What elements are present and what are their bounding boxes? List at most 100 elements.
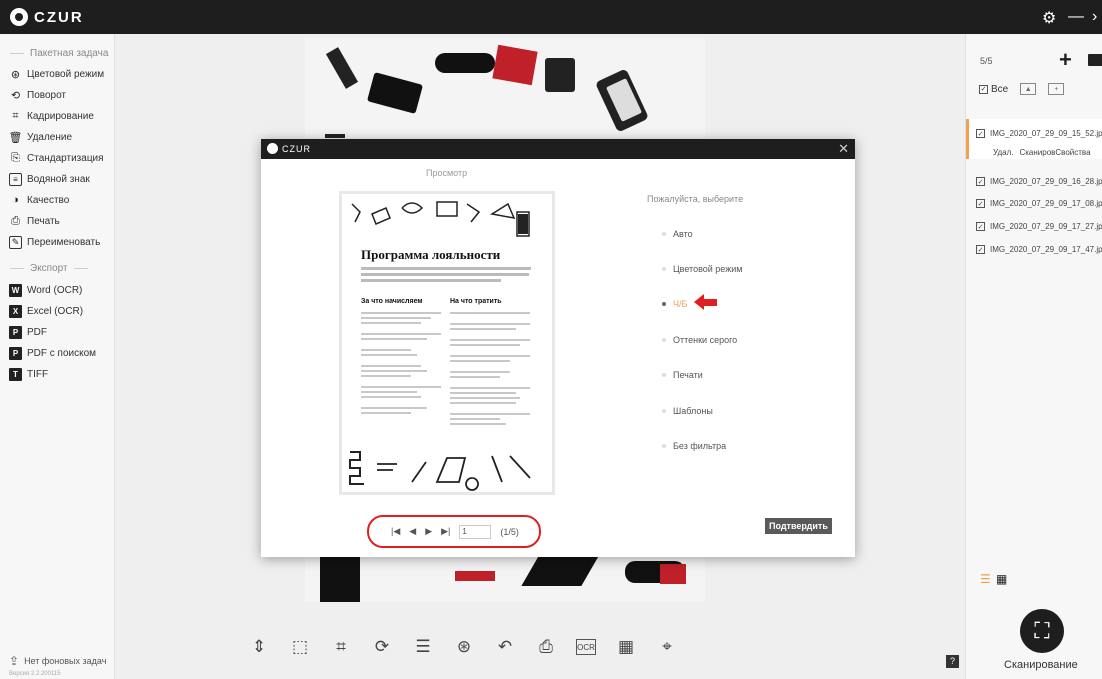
file-item[interactable]: ✓ IMG_2020_07_29_09_17_27.jpg [976, 222, 1102, 231]
sidebar-item-print[interactable]: ⎙ Печать [9, 211, 115, 231]
quality-icon: ◑ [12, 194, 19, 206]
export-tiff[interactable]: T TIFF [9, 364, 115, 384]
split-icon[interactable]: ⌖ [656, 636, 678, 658]
first-page-icon[interactable]: |◀ [391, 526, 400, 537]
sidebar-item-rotate[interactable]: ⟲ Поворот [9, 85, 115, 105]
print-tool-icon[interactable]: ⎙ [535, 636, 557, 658]
file-item[interactable]: ✓ IMG_2020_07_29_09_15_52.jpg [976, 129, 1102, 138]
file-name: IMG_2020_07_29_09_17_47.jpg [990, 245, 1102, 254]
minimize-button[interactable]: — [1068, 8, 1084, 26]
checkbox-icon[interactable]: ✓ [976, 177, 985, 186]
file-count: 5/5 [980, 56, 993, 66]
doc-col2-text [450, 312, 530, 428]
last-page-icon[interactable]: ▶| [441, 526, 450, 537]
page-count: (1/5) [500, 526, 519, 537]
app-logo: CZUR [10, 8, 84, 26]
fit-height-icon[interactable]: ⇕ [248, 636, 270, 658]
rescan-link[interactable]: Сканиров [1019, 148, 1055, 157]
rename-icon: ✎ [9, 235, 22, 249]
sidebar-item-crop[interactable]: ⌗ Кадрирование [9, 106, 115, 126]
sidebar-item-label: Стандартизация [27, 152, 104, 164]
file-item[interactable]: ✓ IMG_2020_07_29_09_17_08.jpg [976, 199, 1102, 208]
filter-option-print[interactable]: Печати [662, 370, 703, 380]
dialog-logo: CZUR [267, 143, 311, 154]
sidebar-item-label: Поворот [27, 89, 66, 101]
qr-code-icon[interactable]: ▦ [615, 636, 637, 658]
scan-label: Сканирование [1004, 659, 1078, 671]
delete-icon: 🗑 [9, 131, 23, 144]
dialog-close-icon[interactable]: ✕ [838, 141, 849, 157]
sidebar-item-label: Печать [27, 215, 60, 227]
page-navigator: |◀ ◀ ▶ ▶| 1 (1/5) [367, 515, 541, 548]
folder-icon[interactable] [1088, 54, 1102, 66]
document-preview: Программа лояльности За что начисляем На… [339, 191, 555, 495]
sidebar-item-quality[interactable]: ◑ Качество [9, 190, 115, 210]
option-label: Оттенки серого [673, 335, 738, 345]
file-item[interactable]: ✓ IMG_2020_07_29_09_17_47.jpg [976, 245, 1102, 254]
color-tool-icon[interactable]: ⊛ [453, 636, 475, 658]
sidebar-item-label: Удаление [27, 131, 73, 143]
scan-preview-bottom[interactable] [305, 556, 705, 602]
option-bullet [662, 302, 666, 306]
filter-preview-dialog: CZUR ✕ Просмотр Программа лояльности За … [261, 139, 855, 557]
doc-col1-heading: За что начисляем [361, 298, 423, 305]
sidebar-item-standardize[interactable]: ⎘ Стандартизация [9, 148, 115, 168]
title-bar: CZUR ⚙ — › [0, 0, 1102, 34]
add-icon[interactable]: + [1059, 47, 1072, 73]
dialog-title: CZUR [282, 143, 311, 154]
file-item[interactable]: ✓ IMG_2020_07_29_09_16_28.jpg [976, 177, 1102, 186]
file-name: IMG_2020_07_29_09_15_52.jpg [990, 129, 1102, 138]
filter-option-color[interactable]: Цветовой режим [662, 264, 742, 274]
grid-view-icon[interactable]: ▦ [996, 572, 1007, 586]
checkbox-icon[interactable]: ✓ [976, 245, 985, 254]
option-bullet [662, 267, 666, 271]
sidebar-item-delete[interactable]: 🗑 Удаление [9, 127, 115, 147]
adjust-icon[interactable]: ☰ [412, 636, 434, 658]
select-area-icon[interactable]: ⬚ [289, 636, 311, 658]
undo-icon[interactable]: ↶ [494, 636, 516, 658]
scan-preview-top[interactable] [305, 38, 705, 138]
sidebar-item-watermark[interactable]: ≡ Водяной знак [9, 169, 115, 189]
export-excel-ocr[interactable]: X Excel (OCR) [9, 301, 115, 321]
scan-button[interactable]: ⛶ [1020, 609, 1064, 653]
filter-option-auto[interactable]: Авто [662, 229, 693, 239]
background-tasks[interactable]: ⇪ Нет фоновых задач [9, 654, 106, 668]
sidebar-item-label: Водяной знак [27, 173, 90, 185]
checkbox-icon[interactable]: ✓ [976, 129, 985, 138]
image-view-icon[interactable]: ▲ [1020, 83, 1037, 95]
crop-tool-icon[interactable]: ⌗ [330, 636, 352, 658]
ocr-icon[interactable]: OCR [576, 639, 596, 655]
czur-logo-icon [10, 8, 28, 26]
option-bullet [662, 232, 666, 236]
properties-link[interactable]: Свойства [1055, 148, 1090, 157]
sidebar-item-label: Кадрирование [27, 110, 94, 122]
file-name: IMG_2020_07_29_09_16_28.jpg [990, 177, 1102, 186]
checkbox-icon[interactable]: ✓ [976, 199, 985, 208]
delete-file-link[interactable]: Удал. [993, 148, 1013, 157]
export-pdf[interactable]: P PDF [9, 322, 115, 342]
checkbox-icon[interactable]: ✓ [976, 222, 985, 231]
batch-section-label: Пакетная задача [30, 48, 109, 59]
close-icon[interactable]: › [1092, 8, 1097, 26]
list-view-icon[interactable]: ☰ [980, 572, 991, 586]
expand-view-icon[interactable]: + [1048, 83, 1065, 95]
confirm-button[interactable]: Подтвердить [765, 518, 832, 534]
help-icon[interactable]: ? [946, 655, 959, 668]
filter-option-none[interactable]: Без фильтра [662, 441, 726, 451]
export-word-ocr[interactable]: W Word (OCR) [9, 280, 115, 300]
background-tasks-label: Нет фоновых задач [24, 656, 107, 666]
export-section-label: Экспорт [30, 263, 68, 274]
page-number-input[interactable]: 1 [459, 524, 492, 539]
select-all-checkbox[interactable]: ✓ Все [979, 84, 1008, 95]
sidebar-item-color-mode[interactable]: ⊛ Цветовой режим [9, 64, 115, 84]
prev-page-icon[interactable]: ◀ [409, 526, 416, 537]
sidebar-item-rename[interactable]: ✎ Переименовать [9, 232, 115, 252]
export-pdf-search[interactable]: P PDF с поиском [9, 343, 115, 363]
filter-option-bw[interactable]: Ч/Б [662, 299, 687, 309]
filter-option-grayscale[interactable]: Оттенки серого [662, 335, 737, 345]
preview-label: Просмотр [426, 168, 468, 178]
settings-gear-icon[interactable]: ⚙ [1042, 8, 1056, 28]
filter-option-templates[interactable]: Шаблоны [662, 406, 713, 416]
rotate-tool-icon[interactable]: ⟳ [371, 636, 393, 658]
next-page-icon[interactable]: ▶ [425, 526, 432, 537]
